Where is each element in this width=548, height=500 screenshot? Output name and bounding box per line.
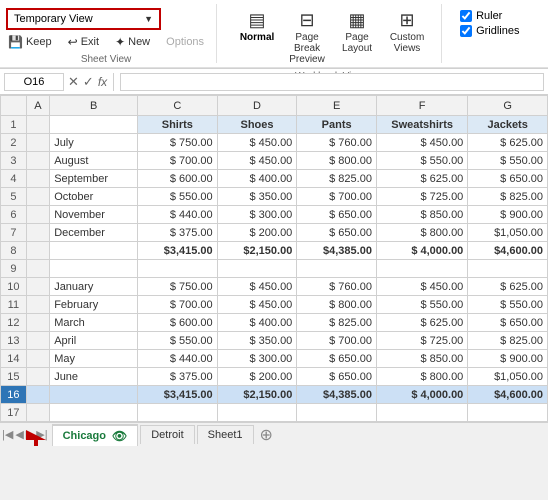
col-header-g[interactable]: G — [468, 96, 548, 116]
row-num-1: 1 — [1, 116, 27, 134]
tab-detroit[interactable]: Detroit — [140, 425, 194, 444]
page-break-label: Page BreakPreview — [289, 32, 325, 65]
red-arrow — [24, 426, 54, 450]
table-row: 1 Shirts Shoes Pants Sweatshirts Jackets — [1, 116, 548, 134]
custom-views-label: CustomViews — [390, 32, 424, 54]
page-break-icon: ⊟ — [300, 10, 315, 31]
ruler-checkbox-label[interactable]: Ruler — [460, 10, 519, 22]
first-tab-icon[interactable]: |◀ — [2, 428, 13, 441]
ruler-checkbox[interactable] — [460, 10, 472, 22]
col-header-f[interactable]: F — [376, 96, 467, 116]
exit-icon: ↩ — [68, 35, 78, 49]
normal-label: Normal — [240, 32, 274, 43]
gridlines-label: Gridlines — [476, 25, 519, 37]
page-layout-button[interactable]: ▦ PageLayout — [335, 8, 379, 67]
cell-d1[interactable]: Shoes — [217, 116, 297, 134]
page-layout-label: PageLayout — [342, 32, 372, 54]
col-header-c[interactable]: C — [138, 96, 218, 116]
table-row: 4 September $ 600.00 $ 400.00 $ 825.00 $… — [1, 170, 548, 188]
dropdown-label: Temporary View — [14, 13, 93, 25]
app-container: Temporary View ▼ 💾 Keep ↩ Exit ✦ New — [0, 0, 548, 446]
tab-bar: |◀ ◀ ▶ ▶| Chicago 👁 Detroit Sheet1 ⊕ — [0, 422, 548, 446]
cancel-formula-icon[interactable]: ✕ — [68, 74, 79, 90]
col-header-a[interactable]: A — [26, 96, 49, 116]
table-row: 5 October $ 550.00 $ 350.00 $ 700.00 $ 7… — [1, 188, 548, 206]
sheet-view-label: Sheet View — [6, 50, 206, 65]
show-group: Ruler Gridlines — [452, 4, 527, 63]
page-layout-icon: ▦ — [349, 10, 366, 31]
gridlines-checkbox[interactable] — [460, 25, 472, 37]
table-row-active: 16 $3,415.00 $2,150.00 $4,385.00 $ 4,000… — [1, 386, 548, 404]
table-row: 7 December $ 375.00 $ 200.00 $ 650.00 $ … — [1, 224, 548, 242]
cell-e1[interactable]: Pants — [297, 116, 377, 134]
col-header-e[interactable]: E — [297, 96, 377, 116]
table-row: 17 — [1, 404, 548, 422]
insert-function-icon[interactable]: fx — [98, 75, 107, 89]
spreadsheet: A B C D E F G 1 Shirts Shoes Pants Sweat… — [0, 95, 548, 422]
tab-sheet1[interactable]: Sheet1 — [197, 425, 254, 444]
cell-reference[interactable]: O16 — [4, 73, 64, 91]
exit-button[interactable]: ↩ Exit — [66, 34, 101, 50]
ribbon: Temporary View ▼ 💾 Keep ↩ Exit ✦ New — [0, 0, 548, 69]
cell-b1[interactable] — [50, 116, 138, 134]
table-row: 2 July $ 750.00 $ 450.00 $ 760.00 $ 450.… — [1, 134, 548, 152]
cell-f1[interactable]: Sweatshirts — [376, 116, 467, 134]
tab-chicago[interactable]: Chicago 👁 — [52, 424, 139, 446]
formula-input[interactable] — [120, 73, 544, 91]
chicago-tab-label: Chicago — [63, 430, 106, 442]
table-row: 8 $3,415.00 $2,150.00 $4,385.00 $ 4,000.… — [1, 242, 548, 260]
add-sheet-button[interactable]: ⊕ — [260, 425, 273, 445]
table-row: 15 June $ 375.00 $ 200.00 $ 650.00 $ 800… — [1, 368, 548, 386]
corner-cell — [1, 96, 27, 116]
custom-views-icon: ⊞ — [400, 10, 415, 31]
eye-icon: 👁 — [112, 429, 127, 443]
normal-view-button[interactable]: ▤ Normal — [235, 8, 279, 67]
confirm-formula-icon[interactable]: ✓ — [83, 74, 94, 90]
table-row: 6 November $ 440.00 $ 300.00 $ 650.00 $ … — [1, 206, 548, 224]
new-button[interactable]: ✦ New — [113, 34, 152, 50]
table-row: 13 April $ 550.00 $ 350.00 $ 700.00 $ 72… — [1, 332, 548, 350]
table-row: 3 August $ 700.00 $ 450.00 $ 800.00 $ 55… — [1, 152, 548, 170]
ruler-label: Ruler — [476, 10, 502, 22]
options-button[interactable]: Options — [164, 34, 206, 50]
new-icon: ✦ — [115, 35, 125, 49]
page-break-button[interactable]: ⊟ Page BreakPreview — [285, 8, 329, 67]
cell-g1[interactable]: Jackets — [468, 116, 548, 134]
sheet1-tab-label: Sheet1 — [208, 429, 243, 441]
temporary-view-dropdown[interactable]: Temporary View ▼ — [6, 8, 161, 30]
table-row: 14 May $ 440.00 $ 300.00 $ 650.00 $ 850.… — [1, 350, 548, 368]
formula-bar: O16 ✕ ✓ fx — [0, 69, 548, 95]
keep-icon: 💾 — [8, 35, 23, 49]
sheet-view-group: Temporary View ▼ 💾 Keep ↩ Exit ✦ New — [6, 4, 217, 63]
col-header-d[interactable]: D — [217, 96, 297, 116]
detroit-tab-label: Detroit — [151, 429, 183, 441]
table-row: 10 January $ 750.00 $ 450.00 $ 760.00 $ … — [1, 278, 548, 296]
cell-c1[interactable]: Shirts — [138, 116, 218, 134]
cell-a1[interactable] — [26, 116, 49, 134]
keep-button[interactable]: 💾 Keep — [6, 34, 54, 50]
table-row: 9 — [1, 260, 548, 278]
table-row: 11 February $ 700.00 $ 450.00 $ 800.00 $… — [1, 296, 548, 314]
column-header-row: A B C D E F G — [1, 96, 548, 116]
normal-icon: ▤ — [249, 10, 266, 31]
data-table: A B C D E F G 1 Shirts Shoes Pants Sweat… — [0, 95, 548, 422]
gridlines-checkbox-label[interactable]: Gridlines — [460, 25, 519, 37]
prev-tab-icon[interactable]: ◀ — [15, 428, 23, 441]
custom-views-button[interactable]: ⊞ CustomViews — [385, 8, 429, 67]
dropdown-arrow-icon: ▼ — [144, 14, 153, 24]
table-row: 12 March $ 600.00 $ 400.00 $ 825.00 $ 62… — [1, 314, 548, 332]
col-header-b[interactable]: B — [50, 96, 138, 116]
workbook-views-group: ▤ Normal ⊟ Page BreakPreview ▦ PageLayou… — [227, 4, 442, 63]
